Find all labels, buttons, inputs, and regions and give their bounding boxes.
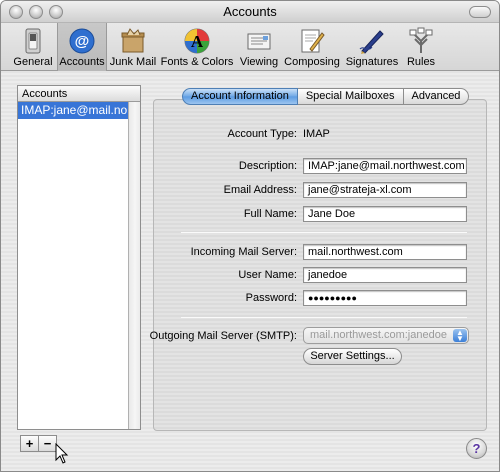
add-account-button[interactable]: + bbox=[20, 435, 39, 452]
tab-account-information[interactable]: Account Information bbox=[182, 88, 298, 105]
mouse-cursor-icon bbox=[55, 443, 69, 464]
smtp-label: Outgoing Mail Server (SMTP): bbox=[149, 330, 297, 342]
server-settings-button[interactable]: Server Settings... bbox=[303, 348, 402, 365]
toolbar-viewing[interactable]: Viewing bbox=[235, 23, 283, 71]
window-title: Accounts bbox=[223, 4, 277, 19]
full-name-field[interactable]: Jane Doe bbox=[303, 206, 467, 222]
toolbar-junk-mail-label: Junk Mail bbox=[109, 56, 157, 68]
toolbar: General @ Accounts Junk Mail A Fonts & C… bbox=[1, 23, 499, 71]
password-label: Password: bbox=[245, 292, 297, 304]
email-address-label: Email Address: bbox=[223, 184, 297, 196]
toolbar-general-label: General bbox=[13, 56, 53, 68]
toolbar-signatures-label: Signatures bbox=[345, 56, 399, 68]
user-name-field[interactable]: janedoe bbox=[303, 267, 467, 283]
chevron-updown-icon: ▲ ▼ bbox=[453, 329, 467, 343]
incoming-server-label: Incoming Mail Server: bbox=[190, 246, 297, 258]
signatures-icon bbox=[359, 30, 384, 54]
toolbar-accounts-label: Accounts bbox=[59, 56, 105, 68]
toolbar-junk-mail[interactable]: Junk Mail bbox=[107, 23, 159, 71]
toolbar-composing[interactable]: Composing bbox=[283, 23, 341, 71]
user-name-label: User Name: bbox=[238, 269, 297, 281]
title-bar: Accounts bbox=[1, 1, 499, 23]
minimize-window-button[interactable] bbox=[29, 5, 43, 19]
composing-icon bbox=[301, 29, 325, 53]
at-sign-icon: @ bbox=[69, 28, 95, 54]
accounts-scrollbar[interactable] bbox=[128, 102, 140, 429]
account-type-label: Account Type: bbox=[227, 128, 297, 140]
full-name-label: Full Name: bbox=[243, 208, 297, 220]
toolbar-viewing-label: Viewing bbox=[239, 56, 279, 68]
accounts-list[interactable]: Accounts IMAP:jane@mail.no bbox=[17, 85, 141, 430]
toolbar-signatures[interactable]: Signatures bbox=[341, 23, 403, 71]
toolbar-accounts[interactable]: @ Accounts bbox=[57, 23, 107, 71]
junk-mail-icon bbox=[121, 28, 145, 53]
rules-icon bbox=[409, 27, 433, 53]
account-details-panel bbox=[153, 99, 487, 431]
smtp-server-select[interactable]: mail.northwest.com:janedoe ▲ ▼ bbox=[303, 327, 469, 344]
email-address-field[interactable]: jane@strateja-xl.com bbox=[303, 182, 467, 198]
separator bbox=[181, 317, 467, 318]
smtp-server-value: mail.northwest.com:janedoe bbox=[310, 329, 447, 341]
zoom-window-button[interactable] bbox=[49, 5, 63, 19]
switch-icon bbox=[25, 28, 41, 54]
tab-advanced[interactable]: Advanced bbox=[403, 88, 470, 105]
toolbar-general[interactable]: General bbox=[9, 23, 57, 71]
svg-text:@: @ bbox=[75, 33, 90, 50]
password-field[interactable]: ●●●●●●●●● bbox=[303, 290, 467, 306]
tab-special-mailboxes[interactable]: Special Mailboxes bbox=[297, 88, 404, 105]
description-label: Description: bbox=[238, 160, 297, 172]
svg-text:A: A bbox=[191, 32, 204, 51]
toolbar-fonts-colors[interactable]: A Fonts & Colors bbox=[159, 23, 235, 71]
list-item[interactable]: IMAP:jane@mail.no bbox=[18, 102, 140, 119]
close-window-button[interactable] bbox=[9, 5, 23, 19]
account-tabs: Account Information Special Mailboxes Ad… bbox=[182, 88, 470, 105]
account-type-value: IMAP bbox=[303, 128, 330, 140]
toolbar-rules[interactable]: Rules bbox=[403, 23, 439, 71]
accounts-list-header: Accounts bbox=[18, 86, 140, 102]
toolbar-fonts-colors-label: Fonts & Colors bbox=[160, 56, 234, 68]
help-button[interactable]: ? bbox=[466, 438, 487, 459]
toolbar-toggle-button[interactable] bbox=[469, 6, 491, 18]
description-field[interactable]: IMAP:jane@mail.northwest.com bbox=[303, 158, 467, 174]
viewing-icon bbox=[247, 33, 271, 50]
separator bbox=[181, 232, 467, 233]
toolbar-rules-label: Rules bbox=[406, 56, 436, 68]
fonts-colors-icon: A bbox=[184, 28, 210, 54]
incoming-server-field[interactable]: mail.northwest.com bbox=[303, 244, 467, 260]
preferences-window: Accounts General @ Accounts Junk Mail A … bbox=[0, 0, 500, 472]
toolbar-composing-label: Composing bbox=[284, 56, 340, 68]
